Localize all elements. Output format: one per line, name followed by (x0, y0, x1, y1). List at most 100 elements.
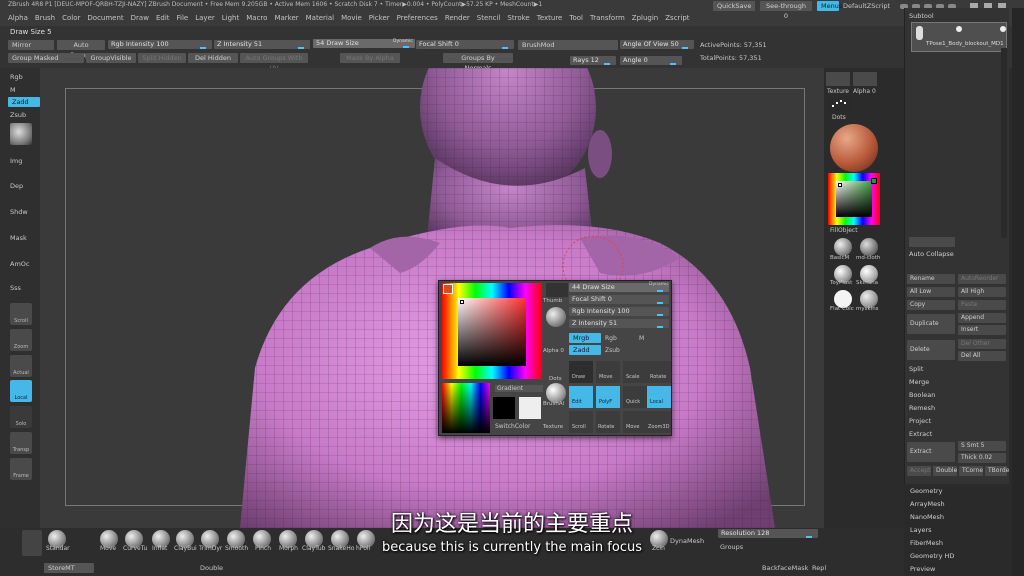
menu-item-stroke[interactable]: Stroke (507, 14, 529, 22)
subtool-title[interactable]: Subtool (909, 12, 934, 20)
menu-item-render[interactable]: Render (445, 14, 470, 22)
dynamic-button[interactable]: Dynamic (393, 39, 413, 44)
popup-zsub-toggle[interactable]: Zsub (605, 347, 620, 354)
eye-icon[interactable] (1000, 26, 1006, 32)
autoreorder-button[interactable]: AutoReorder (958, 274, 1006, 284)
accept-button[interactable]: Accept (907, 466, 931, 476)
popup-focal-shift-slider[interactable]: Focal Shift 0 (569, 295, 669, 304)
local-button[interactable]: Local (647, 386, 671, 408)
edit-mode-button[interactable]: Edit (569, 386, 593, 408)
fill-object-button[interactable]: FillObject (830, 227, 858, 234)
all-low-button[interactable]: All Low (907, 287, 955, 297)
delete-button[interactable]: Delete (907, 340, 955, 360)
extract-button[interactable]: Extract (907, 442, 955, 462)
hue-ring[interactable] (442, 283, 542, 379)
menu-item-color[interactable]: Color (62, 14, 80, 22)
tcorner-toggle[interactable]: TCorne (959, 466, 983, 476)
main-color-swatch[interactable] (443, 284, 453, 294)
saturation-square[interactable] (458, 298, 526, 366)
menu-item-layer[interactable]: Layer (195, 14, 215, 22)
m-toggle[interactable]: M (10, 86, 16, 94)
secondary-color-swatch[interactable] (871, 178, 877, 184)
focal-shift-slider[interactable]: Focal Shift 0 (416, 40, 514, 49)
material-cloth-icon[interactable] (860, 238, 878, 256)
menu-item-zplugin[interactable]: Zplugin (632, 14, 658, 22)
geometry-section[interactable]: Geometry (910, 487, 942, 495)
gradient-label[interactable]: Gradient (495, 385, 543, 392)
insert-button[interactable]: Insert (958, 325, 1006, 335)
material-preview-sphere-icon[interactable] (830, 124, 878, 172)
rgb-intensity-slider[interactable]: Rgb Intensity 100 (108, 40, 212, 49)
group-masked-button[interactable]: Group Masked (8, 53, 84, 63)
tborder-toggle[interactable]: TBorde (985, 466, 1009, 476)
remesh-section[interactable]: Remesh (909, 404, 935, 412)
img-item[interactable]: Img (10, 157, 22, 165)
repl-toggle[interactable]: Repl (812, 564, 826, 572)
del-all-button[interactable]: Del All (958, 351, 1006, 361)
color-picker[interactable] (828, 173, 880, 225)
rotate-view-button[interactable]: Rotate (596, 411, 620, 433)
popup-m-toggle[interactable]: M (639, 335, 644, 342)
menus-button[interactable]: Menus (817, 1, 842, 11)
polyframe-button[interactable]: PolyF (596, 386, 620, 408)
z-intensity-slider[interactable]: Z Intensity 51 (214, 40, 310, 49)
alpha-slot-icon[interactable] (853, 72, 877, 86)
menu-item-movie[interactable]: Movie (341, 14, 362, 22)
quick-button[interactable]: Quick (623, 386, 647, 408)
menu-item-edit[interactable]: Edit (156, 14, 170, 22)
split-hidden-button[interactable]: Split Hidden (138, 53, 186, 63)
mask-by-alpha-button[interactable]: Mask By Alpha (340, 53, 400, 63)
see-through-slider[interactable]: See-through 0 (760, 1, 812, 20)
zadd-toggle[interactable]: Zadd (8, 97, 40, 107)
black-swatch[interactable] (493, 397, 515, 419)
brush-alpha-icon[interactable] (546, 383, 566, 403)
extract-section[interactable]: Extract (909, 430, 932, 438)
popup-zadd-toggle[interactable]: Zadd (569, 345, 601, 355)
switch-color-button[interactable]: SwitchColor (495, 423, 531, 430)
menu-item-transform[interactable]: Transform (590, 14, 625, 22)
popup-mrgb-toggle[interactable]: Mrgb (569, 333, 601, 343)
menu-item-tool[interactable]: Tool (569, 14, 583, 22)
auto-groups-button[interactable]: Auto Groups (57, 40, 105, 59)
project-section[interactable]: Project (909, 417, 931, 425)
material-sphere-icon[interactable] (546, 307, 566, 327)
subtool-item[interactable]: TPose1_Body_blockout_MD1 (911, 22, 1007, 52)
groups-by-normals-button[interactable]: Groups By Normals (443, 53, 513, 72)
angle-of-view-slider[interactable]: Angle Of View 50 (620, 40, 694, 49)
mask-item[interactable]: Mask (10, 234, 27, 242)
menu-item-preferences[interactable]: Preferences (397, 14, 438, 22)
model-render[interactable] (40, 68, 824, 528)
rgb-toggle[interactable]: Rgb (10, 73, 23, 81)
menu-item-light[interactable]: Light (222, 14, 239, 22)
visibility-eye-icon[interactable] (956, 26, 962, 32)
white-swatch[interactable] (519, 397, 541, 419)
move-view-button[interactable]: Move (623, 411, 647, 433)
quicksave-button[interactable]: QuickSave (713, 1, 755, 11)
menu-item-macro[interactable]: Macro (246, 14, 267, 22)
material-sphere-icon[interactable] (10, 123, 32, 145)
move-mode-button[interactable]: Move (596, 361, 620, 383)
subtool-scrollbar[interactable] (1001, 48, 1007, 238)
menu-item-draw[interactable]: Draw (131, 14, 149, 22)
gradient-palette[interactable] (442, 383, 490, 433)
zsub-toggle[interactable]: Zsub (10, 111, 26, 119)
auto-groups-with-uv-button[interactable]: Auto Groups With UV (240, 53, 308, 72)
primary-color-swatch[interactable] (838, 183, 842, 187)
menu-item-texture[interactable]: Texture (537, 14, 563, 22)
rename-button[interactable]: Rename (907, 274, 955, 284)
menu-item-material[interactable]: Material (306, 14, 334, 22)
scale-mode-button[interactable]: Scale (623, 361, 647, 383)
append-button[interactable]: Append (958, 313, 1006, 323)
amoc-item[interactable]: AmOc (10, 260, 29, 268)
menu-item-picker[interactable]: Picker (369, 14, 390, 22)
backface-mask-toggle[interactable]: BackfaceMask (762, 564, 808, 572)
list-all-button[interactable] (909, 237, 955, 247)
del-hidden-button[interactable]: Del Hidden (188, 53, 238, 63)
menu-item-alpha[interactable]: Alpha (8, 14, 28, 22)
menu-item-file[interactable]: File (177, 14, 189, 22)
all-high-button[interactable]: All High (958, 287, 1006, 297)
group-visible-button[interactable]: GroupVisible (86, 53, 136, 63)
popup-rgb-toggle[interactable]: Rgb (605, 335, 617, 342)
brush-mod-slider[interactable]: BrushMod (518, 40, 618, 50)
double-toggle[interactable]: Double (933, 466, 957, 476)
